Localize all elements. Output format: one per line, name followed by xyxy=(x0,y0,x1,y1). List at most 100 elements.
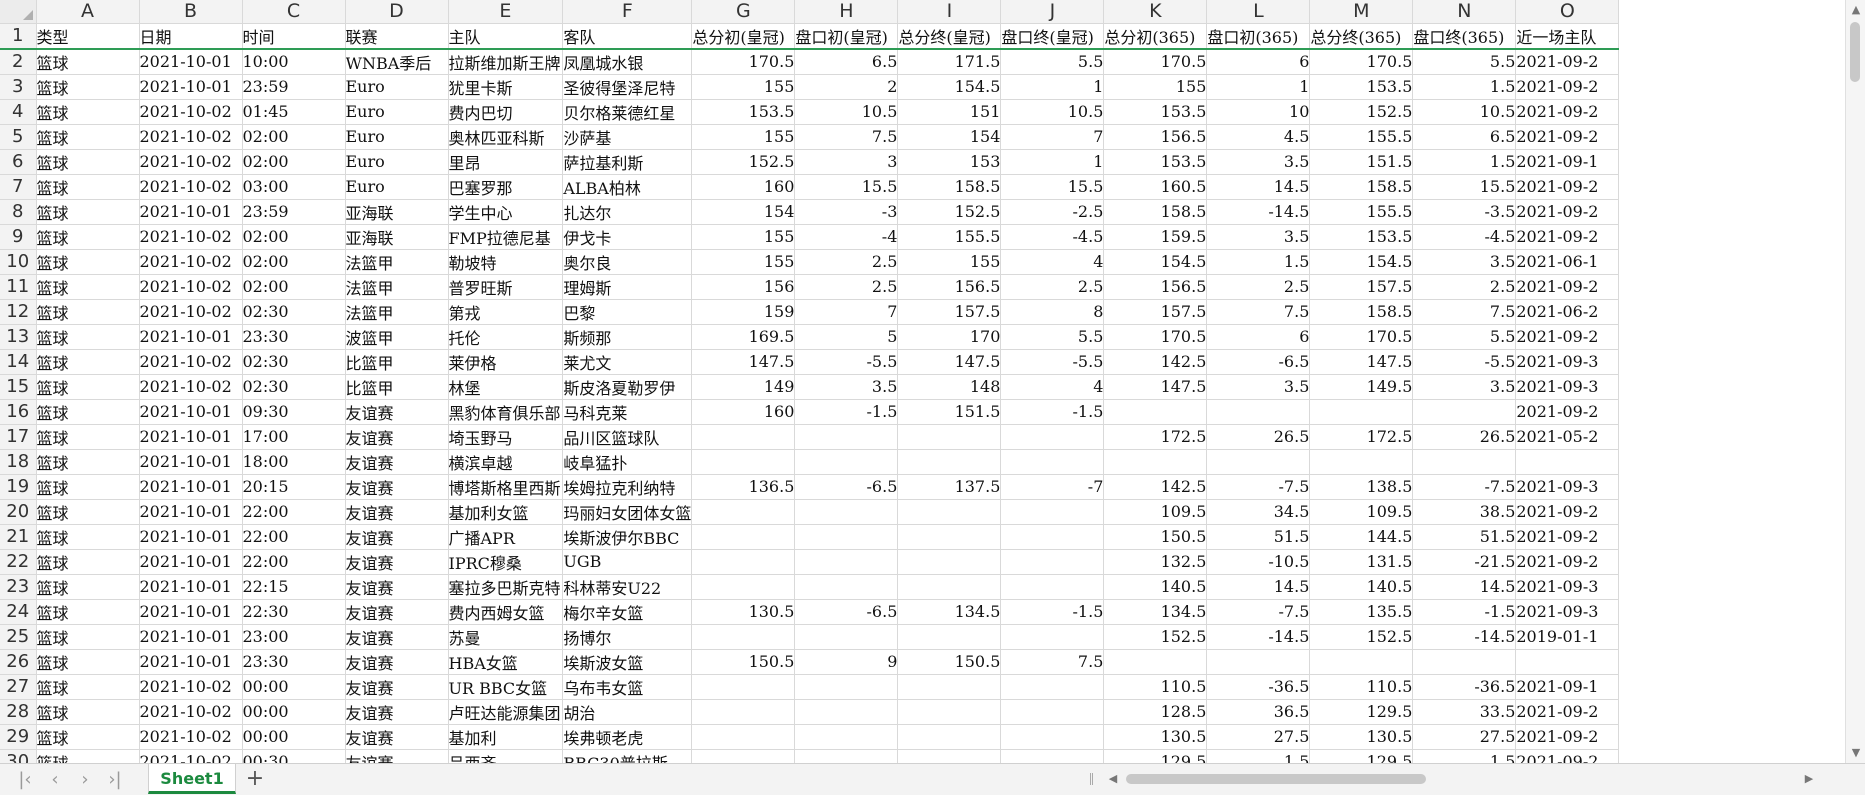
first-sheet-icon[interactable]: |‹ xyxy=(14,769,36,791)
row-header[interactable]: 15 xyxy=(0,374,37,400)
cell-i20[interactable] xyxy=(897,499,1002,525)
cell-d30[interactable]: 友谊赛 xyxy=(345,749,449,763)
cell-d22[interactable]: 友谊赛 xyxy=(345,549,449,575)
cell-k2[interactable]: 170.5 xyxy=(1103,48,1208,75)
cell-f14[interactable]: 莱尤文 xyxy=(562,349,693,375)
cell-i11[interactable]: 156.5 xyxy=(897,274,1002,300)
cell-j30[interactable] xyxy=(1000,749,1105,763)
cell-j8[interactable]: -2.5 xyxy=(1000,199,1105,225)
cell-n12[interactable]: 7.5 xyxy=(1412,299,1517,325)
cell-f1[interactable]: 客队 xyxy=(562,23,693,50)
cell-a4[interactable]: 篮球 xyxy=(36,99,140,125)
cell-j23[interactable] xyxy=(1000,574,1105,600)
cell-j1[interactable]: 盘口终(皇冠) xyxy=(1000,23,1105,50)
cell-h2[interactable]: 6.5 xyxy=(794,48,899,75)
cell-c27[interactable]: 00:00 xyxy=(242,674,346,700)
cell-k10[interactable]: 154.5 xyxy=(1103,249,1208,275)
cell-m8[interactable]: 155.5 xyxy=(1309,199,1414,225)
cell-g24[interactable]: 130.5 xyxy=(691,599,796,625)
cell-m11[interactable]: 157.5 xyxy=(1309,274,1414,300)
cell-l5[interactable]: 4.5 xyxy=(1206,124,1311,150)
cell-l29[interactable]: 27.5 xyxy=(1206,724,1311,750)
cell-a16[interactable]: 篮球 xyxy=(36,399,140,425)
cell-e27[interactable]: UR BBC女篮 xyxy=(448,674,564,700)
cell-m18[interactable] xyxy=(1309,449,1414,475)
cell-f21[interactable]: 埃斯波伊尔BBC xyxy=(562,524,693,550)
cell-o15[interactable]: 2021-09-3 xyxy=(1515,374,1620,400)
cell-f9[interactable]: 伊戈卡 xyxy=(562,224,693,250)
cell-c21[interactable]: 22:00 xyxy=(242,524,346,550)
cell-m3[interactable]: 153.5 xyxy=(1309,74,1414,100)
cell-m29[interactable]: 130.5 xyxy=(1309,724,1414,750)
cell-f22[interactable]: UGB xyxy=(562,549,693,575)
cell-g16[interactable]: 160 xyxy=(691,399,796,425)
cell-l25[interactable]: -14.5 xyxy=(1206,624,1311,650)
cell-g29[interactable] xyxy=(691,724,796,750)
cell-k26[interactable] xyxy=(1103,649,1208,675)
cell-h26[interactable]: 9 xyxy=(794,649,899,675)
cell-h17[interactable] xyxy=(794,424,899,450)
cell-e1[interactable]: 主队 xyxy=(448,23,564,50)
column-header-d[interactable]: D xyxy=(345,0,449,24)
cell-a7[interactable]: 篮球 xyxy=(36,174,140,200)
cell-n30[interactable]: 1.5 xyxy=(1412,749,1517,763)
cell-e30[interactable]: 吕西齐 xyxy=(448,749,564,763)
cell-l27[interactable]: -36.5 xyxy=(1206,674,1311,700)
cell-n16[interactable] xyxy=(1412,399,1517,425)
row-header[interactable]: 23 xyxy=(0,574,37,600)
cell-e25[interactable]: 苏曼 xyxy=(448,624,564,650)
cell-c14[interactable]: 02:30 xyxy=(242,349,346,375)
cell-b1[interactable]: 日期 xyxy=(139,23,243,50)
cell-g9[interactable]: 155 xyxy=(691,224,796,250)
cell-i29[interactable] xyxy=(897,724,1002,750)
cell-e7[interactable]: 巴塞罗那 xyxy=(448,174,564,200)
cell-h28[interactable] xyxy=(794,699,899,725)
cell-m19[interactable]: 138.5 xyxy=(1309,474,1414,500)
cell-h8[interactable]: -3 xyxy=(794,199,899,225)
cell-n8[interactable]: -3.5 xyxy=(1412,199,1517,225)
cell-d6[interactable]: Euro xyxy=(345,149,449,175)
cell-i23[interactable] xyxy=(897,574,1002,600)
cell-a29[interactable]: 篮球 xyxy=(36,724,140,750)
cell-a28[interactable]: 篮球 xyxy=(36,699,140,725)
horizontal-scroll-thumb[interactable] xyxy=(1126,774,1426,784)
cell-o29[interactable]: 2021-09-2 xyxy=(1515,724,1620,750)
cell-h21[interactable] xyxy=(794,524,899,550)
cell-m12[interactable]: 158.5 xyxy=(1309,299,1414,325)
column-header-j[interactable]: J xyxy=(1000,0,1105,24)
cell-c24[interactable]: 22:30 xyxy=(242,599,346,625)
cell-h24[interactable]: -6.5 xyxy=(794,599,899,625)
cell-l26[interactable] xyxy=(1206,649,1311,675)
cell-g10[interactable]: 155 xyxy=(691,249,796,275)
cell-k23[interactable]: 140.5 xyxy=(1103,574,1208,600)
cell-o17[interactable]: 2021-05-2 xyxy=(1515,424,1620,450)
cell-b5[interactable]: 2021-10-02 xyxy=(139,124,243,150)
cell-b17[interactable]: 2021-10-01 xyxy=(139,424,243,450)
cell-n13[interactable]: 5.5 xyxy=(1412,324,1517,350)
cell-o19[interactable]: 2021-09-3 xyxy=(1515,474,1620,500)
cell-b7[interactable]: 2021-10-02 xyxy=(139,174,243,200)
cell-i30[interactable] xyxy=(897,749,1002,763)
cell-i16[interactable]: 151.5 xyxy=(897,399,1002,425)
cell-b15[interactable]: 2021-10-02 xyxy=(139,374,243,400)
cell-i2[interactable]: 171.5 xyxy=(897,48,1002,75)
cell-j10[interactable]: 4 xyxy=(1000,249,1105,275)
cell-k9[interactable]: 159.5 xyxy=(1103,224,1208,250)
cell-l20[interactable]: 34.5 xyxy=(1206,499,1311,525)
cell-c13[interactable]: 23:30 xyxy=(242,324,346,350)
row-header[interactable]: 29 xyxy=(0,724,37,750)
cell-f19[interactable]: 埃姆拉克利纳特 xyxy=(562,474,693,500)
cell-m25[interactable]: 152.5 xyxy=(1309,624,1414,650)
cell-m15[interactable]: 149.5 xyxy=(1309,374,1414,400)
cell-i6[interactable]: 153 xyxy=(897,149,1002,175)
horizontal-scroll-track[interactable] xyxy=(1126,774,1796,784)
cell-n29[interactable]: 27.5 xyxy=(1412,724,1517,750)
cell-e28[interactable]: 卢旺达能源集团 xyxy=(448,699,564,725)
cell-h15[interactable]: 3.5 xyxy=(794,374,899,400)
cell-k29[interactable]: 130.5 xyxy=(1103,724,1208,750)
column-header-h[interactable]: H xyxy=(794,0,899,24)
row-header[interactable]: 22 xyxy=(0,549,37,575)
cell-a13[interactable]: 篮球 xyxy=(36,324,140,350)
cell-i27[interactable] xyxy=(897,674,1002,700)
cell-a9[interactable]: 篮球 xyxy=(36,224,140,250)
